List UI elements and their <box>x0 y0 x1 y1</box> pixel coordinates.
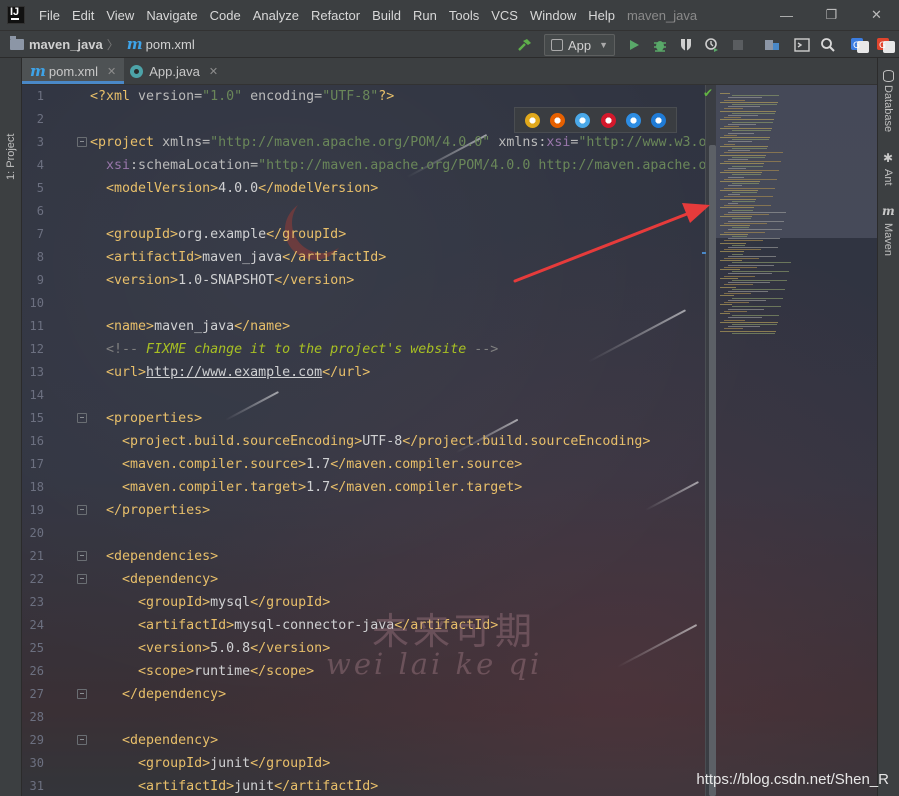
window-title: maven_java <box>626 7 698 23</box>
maven-tool-icon: m <box>882 204 895 218</box>
menu-item-refactor[interactable]: Refactor <box>305 8 366 23</box>
folder-icon <box>10 35 24 50</box>
tool-window-ant-tab[interactable]: Ant <box>882 169 894 186</box>
menu-item-file[interactable]: File <box>33 8 66 23</box>
svg-text:G: G <box>853 41 860 51</box>
right-tool-strip: Database ✱ Ant m Maven <box>877 58 899 796</box>
breadcrumb-project-label: maven_java <box>29 36 103 52</box>
maven-m-icon: m <box>30 62 46 80</box>
profiler-icon[interactable] <box>699 32 725 58</box>
left-tool-strip: 1: Project <box>0 58 22 796</box>
close-tab-icon[interactable]: ✕ <box>209 65 218 78</box>
translate-youdao-icon[interactable]: G <box>873 32 899 58</box>
menu-item-window[interactable]: Window <box>524 8 582 23</box>
close-window-button[interactable]: ✕ <box>854 0 899 30</box>
tab-label: App.java <box>149 63 200 79</box>
menu-item-build[interactable]: Build <box>366 8 407 23</box>
menu-item-navigate[interactable]: Navigate <box>140 8 203 23</box>
breadcrumb-file-label: pom.xml <box>145 36 195 52</box>
maven-m-icon: m <box>126 35 143 53</box>
coverage-shield-icon[interactable] <box>673 32 699 58</box>
toolbar-right: App ▼ G G <box>512 31 899 59</box>
terminal-icon[interactable] <box>789 32 815 58</box>
logo-text: IJ <box>10 6 20 18</box>
close-tab-icon[interactable]: ✕ <box>107 65 116 78</box>
application-icon <box>550 39 563 51</box>
ant-icon: ✱ <box>883 151 894 165</box>
stop-icon[interactable] <box>725 32 751 58</box>
code-editor[interactable]: 1 2 3 4 5 6 7 8 9 10 11 12 13 14 15 16 17 18 19 20 21 22 23 24 2… <box>22 85 877 796</box>
annotation-red-arrow <box>513 203 710 283</box>
run-configuration-label: App <box>567 37 592 53</box>
breadcrumb-project[interactable]: maven_java <box>0 35 103 52</box>
menu-items: File Edit View Navigate Code Analyze Refactor B… <box>33 8 621 23</box>
navigation-bar: maven_java 〉 m pom.xml App ▼ G G <box>0 30 899 58</box>
menu-item-tools[interactable]: Tools <box>443 8 485 23</box>
intellij-logo-icon: IJ <box>7 6 25 24</box>
database-icon <box>883 70 894 82</box>
run-configuration-select[interactable]: App ▼ <box>543 34 615 56</box>
tool-window-database-tab[interactable]: Database <box>882 85 894 132</box>
menu-item-vcs[interactable]: VCS <box>485 8 524 23</box>
breadcrumb-file[interactable]: m pom.xml <box>121 35 195 53</box>
tab-pom-xml[interactable]: m pom.xml ✕ <box>22 58 125 84</box>
tool-window-maven-tab[interactable]: Maven <box>882 223 894 256</box>
menu-item-analyze[interactable]: Analyze <box>247 8 305 23</box>
menu-item-run[interactable]: Run <box>407 8 443 23</box>
build-hammer-icon[interactable] <box>512 32 538 58</box>
tab-label: pom.xml <box>48 63 98 79</box>
dropdown-arrow-icon: ▼ <box>599 40 608 50</box>
menu-item-edit[interactable]: Edit <box>66 8 100 23</box>
menu-item-help[interactable]: Help <box>582 8 621 23</box>
java-class-icon <box>130 64 144 78</box>
svg-text:G: G <box>879 41 886 51</box>
breadcrumb-chevron-icon: 〉 <box>106 37 119 52</box>
tool-window-project-tab[interactable]: 1: Project <box>5 134 17 180</box>
restore-button[interactable]: ❐ <box>809 0 854 30</box>
csdn-watermark: https://blog.csdn.net/Shen_R <box>696 771 889 788</box>
run-icon[interactable] <box>621 32 647 58</box>
minimize-button[interactable]: — <box>764 0 809 30</box>
translate-google-icon[interactable]: G <box>847 32 873 58</box>
window-controls: — ❐ ✕ <box>764 0 899 30</box>
project-structure-icon[interactable] <box>759 32 785 58</box>
editor-tab-bar: m pom.xml ✕ App.java ✕ <box>22 58 877 85</box>
menu-item-code[interactable]: Code <box>204 8 247 23</box>
menu-bar: IJ File Edit View Navigate Code Analyze Refact… <box>0 0 899 30</box>
tab-app-java[interactable]: App.java ✕ <box>124 58 226 84</box>
search-icon[interactable] <box>815 32 841 58</box>
menu-item-view[interactable]: View <box>100 8 140 23</box>
debug-bug-icon[interactable] <box>647 32 673 58</box>
